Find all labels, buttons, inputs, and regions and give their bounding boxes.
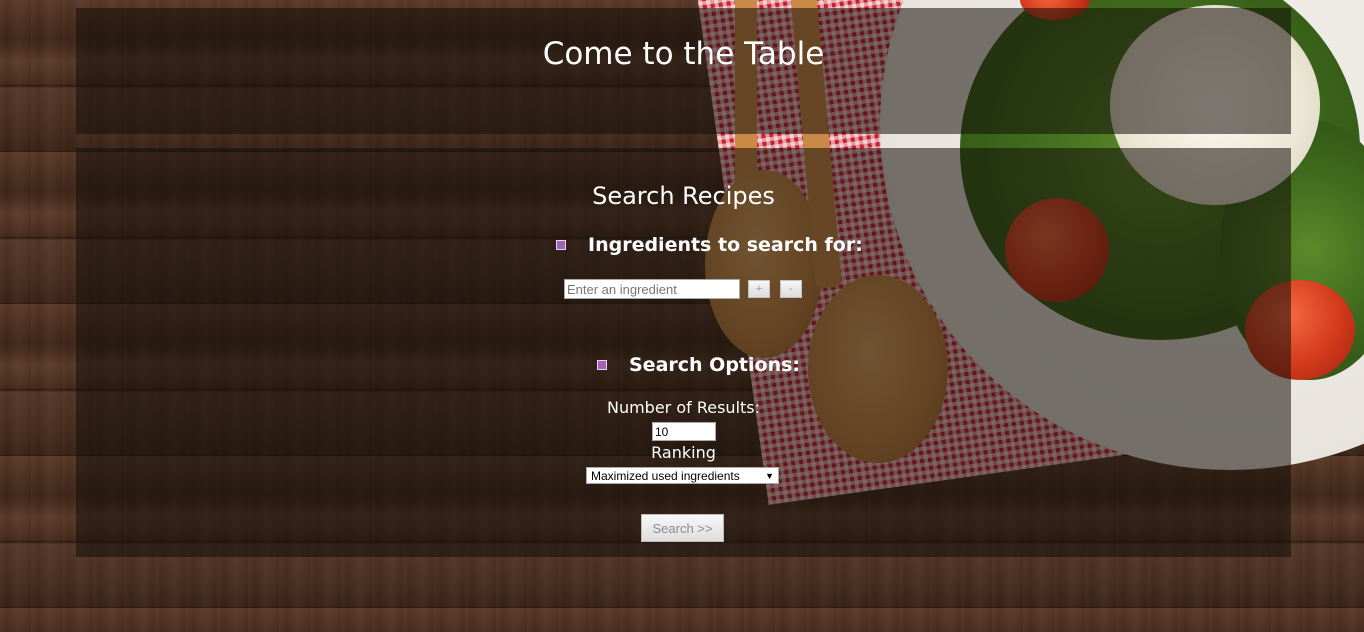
search-panel: Search Recipes Ingredients to search for… — [76, 148, 1291, 557]
ingredient-input[interactable] — [564, 279, 740, 299]
search-button[interactable]: Search >> — [641, 514, 724, 542]
page: Come to the Table Search Recipes Ingredi… — [0, 0, 1364, 632]
chevron-down-icon: ▼ — [765, 470, 774, 481]
ranking-label: Ranking — [651, 443, 716, 462]
site-title: Come to the Table — [542, 36, 825, 72]
header-panel: Come to the Table — [76, 8, 1291, 134]
search-recipes-title: Search Recipes — [592, 182, 775, 210]
ingredients-heading-label: Ingredients to search for: — [588, 234, 863, 256]
square-bullet-icon — [556, 240, 566, 250]
search-options-heading-label: Search Options: — [629, 354, 800, 376]
ranking-select[interactable]: Maximized used ingredients ▼ — [586, 467, 779, 484]
add-ingredient-button[interactable]: + — [748, 280, 770, 298]
remove-ingredient-button[interactable]: - — [780, 280, 802, 298]
number-of-results-input[interactable] — [652, 422, 716, 441]
ingredients-heading: Ingredients to search for: — [556, 234, 863, 256]
ranking-selected-value: Maximized used ingredients — [591, 468, 740, 483]
ingredient-row: + - — [564, 279, 802, 299]
search-options-heading: Search Options: — [597, 354, 800, 376]
square-bullet-icon — [597, 360, 607, 370]
number-of-results-label: Number of Results: — [606, 398, 761, 417]
